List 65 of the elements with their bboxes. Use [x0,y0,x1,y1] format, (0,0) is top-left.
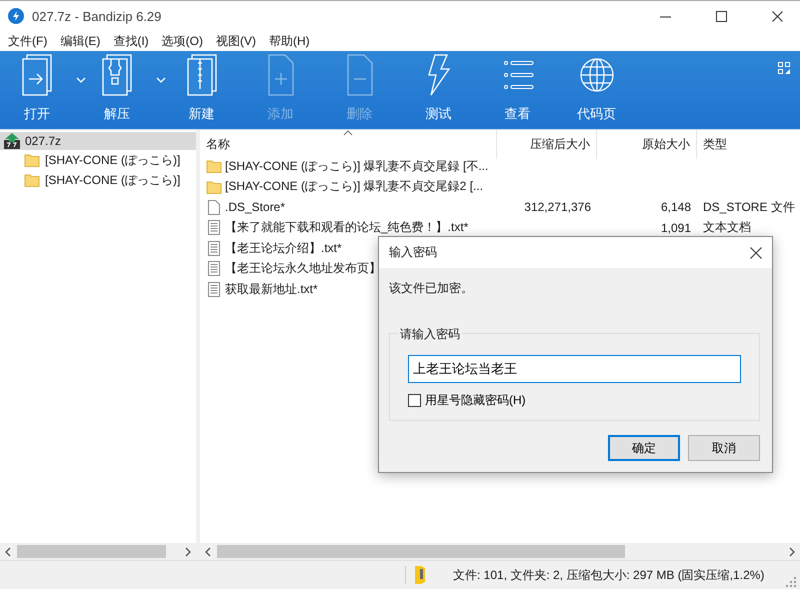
text-file-icon [206,240,222,257]
app-icon [8,8,24,24]
file-type: 文本文档 [702,219,752,236]
packed-size: 312,271,376 [523,200,592,214]
file-name[interactable]: .DS_Store* [200,198,286,216]
menu-item[interactable]: 编辑(E) [60,32,100,50]
tree-item[interactable]: 027.7z [0,132,196,150]
file-name[interactable]: 【来了就能下载和观看的论坛_纯色费！】.txt* [200,219,468,236]
dialog-button[interactable]: 确定 [608,435,680,461]
file-name[interactable]: 【老王论坛介绍】.txt* [200,240,342,257]
caret-icon[interactable] [156,77,166,83]
caret-icon[interactable] [76,77,86,83]
password-field[interactable]: 上老王论坛当老王 [408,355,741,383]
toolbar-button[interactable]: 打开 [2,51,72,129]
file-icon [206,198,222,216]
toolbar-button[interactable]: 解压 [82,51,152,129]
text-file-icon [206,260,222,278]
column-header[interactable]: 原始大小 [597,130,697,159]
zip-folder-icon [414,565,426,585]
group-label: 请输入密码 [398,326,462,343]
tree-item[interactable]: [SHAY-CONE (ぽっこら)] [0,170,196,190]
archive-icon [4,133,20,149]
column-header[interactable]: 名称 [200,130,497,159]
folder-icon [206,158,222,174]
close-icon[interactable] [750,246,762,258]
file-name[interactable]: 【老王论坛永久地址发布页】 [200,260,381,278]
close-icon[interactable] [772,10,783,22]
dialog-title: 输入密码 [389,244,438,261]
file-type: DS_STORE 文件 [702,198,796,216]
toolbar-button[interactable]: 新建 [162,51,241,129]
scroll-left-icon [5,546,11,556]
menu-item[interactable]: 文件(F) [8,32,48,50]
toolbar-button[interactable]: 代码页 [557,51,636,129]
menu-item[interactable]: 帮助(H) [268,32,310,50]
scrollbar-thumb[interactable] [217,545,625,558]
folder-icon [206,178,222,195]
toolbar-button[interactable]: 查看 [478,51,557,129]
tree-item[interactable]: [SHAY-CONE (ぽっこら)] [0,150,196,170]
column-header[interactable]: 类型 [697,130,800,159]
dialog-button[interactable]: 取消 [688,435,760,461]
scroll-right-icon [185,546,191,556]
hide-password-checkbox[interactable]: 用星号隐藏密码(H) [408,392,526,409]
window-title: 027.7z - Bandizip 6.29 [32,8,162,24]
folder-icon [24,152,40,168]
menu-item[interactable]: 视图(V) [216,32,256,50]
folder-icon [24,172,40,188]
menu-item[interactable]: 查找(I) [113,32,149,50]
file-name[interactable]: 获取最新地址.txt* [200,280,318,298]
dialog-message: 该文件已加密。 [389,280,474,297]
status-text: 文件: 101, 文件夹: 2, 压缩包大小: 297 MB (固实压缩,1.2%) [453,566,766,584]
file-name[interactable]: [SHAY-CONE (ぽっこら)] 爆乳妻不貞交尾録 [不... [200,158,488,175]
text-file-icon [206,280,222,298]
original-size: 1,091 [660,220,692,235]
column-header[interactable]: 压缩后大小 [497,130,597,159]
original-size: 6,148 [660,200,692,214]
scroll-right-icon [789,546,795,556]
scroll-left-icon [205,546,211,556]
file-name[interactable]: [SHAY-CONE (ぽっこら)] 爆乳妻不貞交尾録2 [... [200,178,484,196]
text-file-icon [206,219,222,236]
toolbar-button[interactable]: 测试 [399,51,478,129]
maximize-icon[interactable] [716,10,727,22]
grid-view-icon[interactable] [778,62,790,74]
scrollbar-thumb[interactable] [17,545,166,558]
menu-item[interactable]: 选项(O) [162,32,203,50]
resize-grip-icon [786,577,796,587]
